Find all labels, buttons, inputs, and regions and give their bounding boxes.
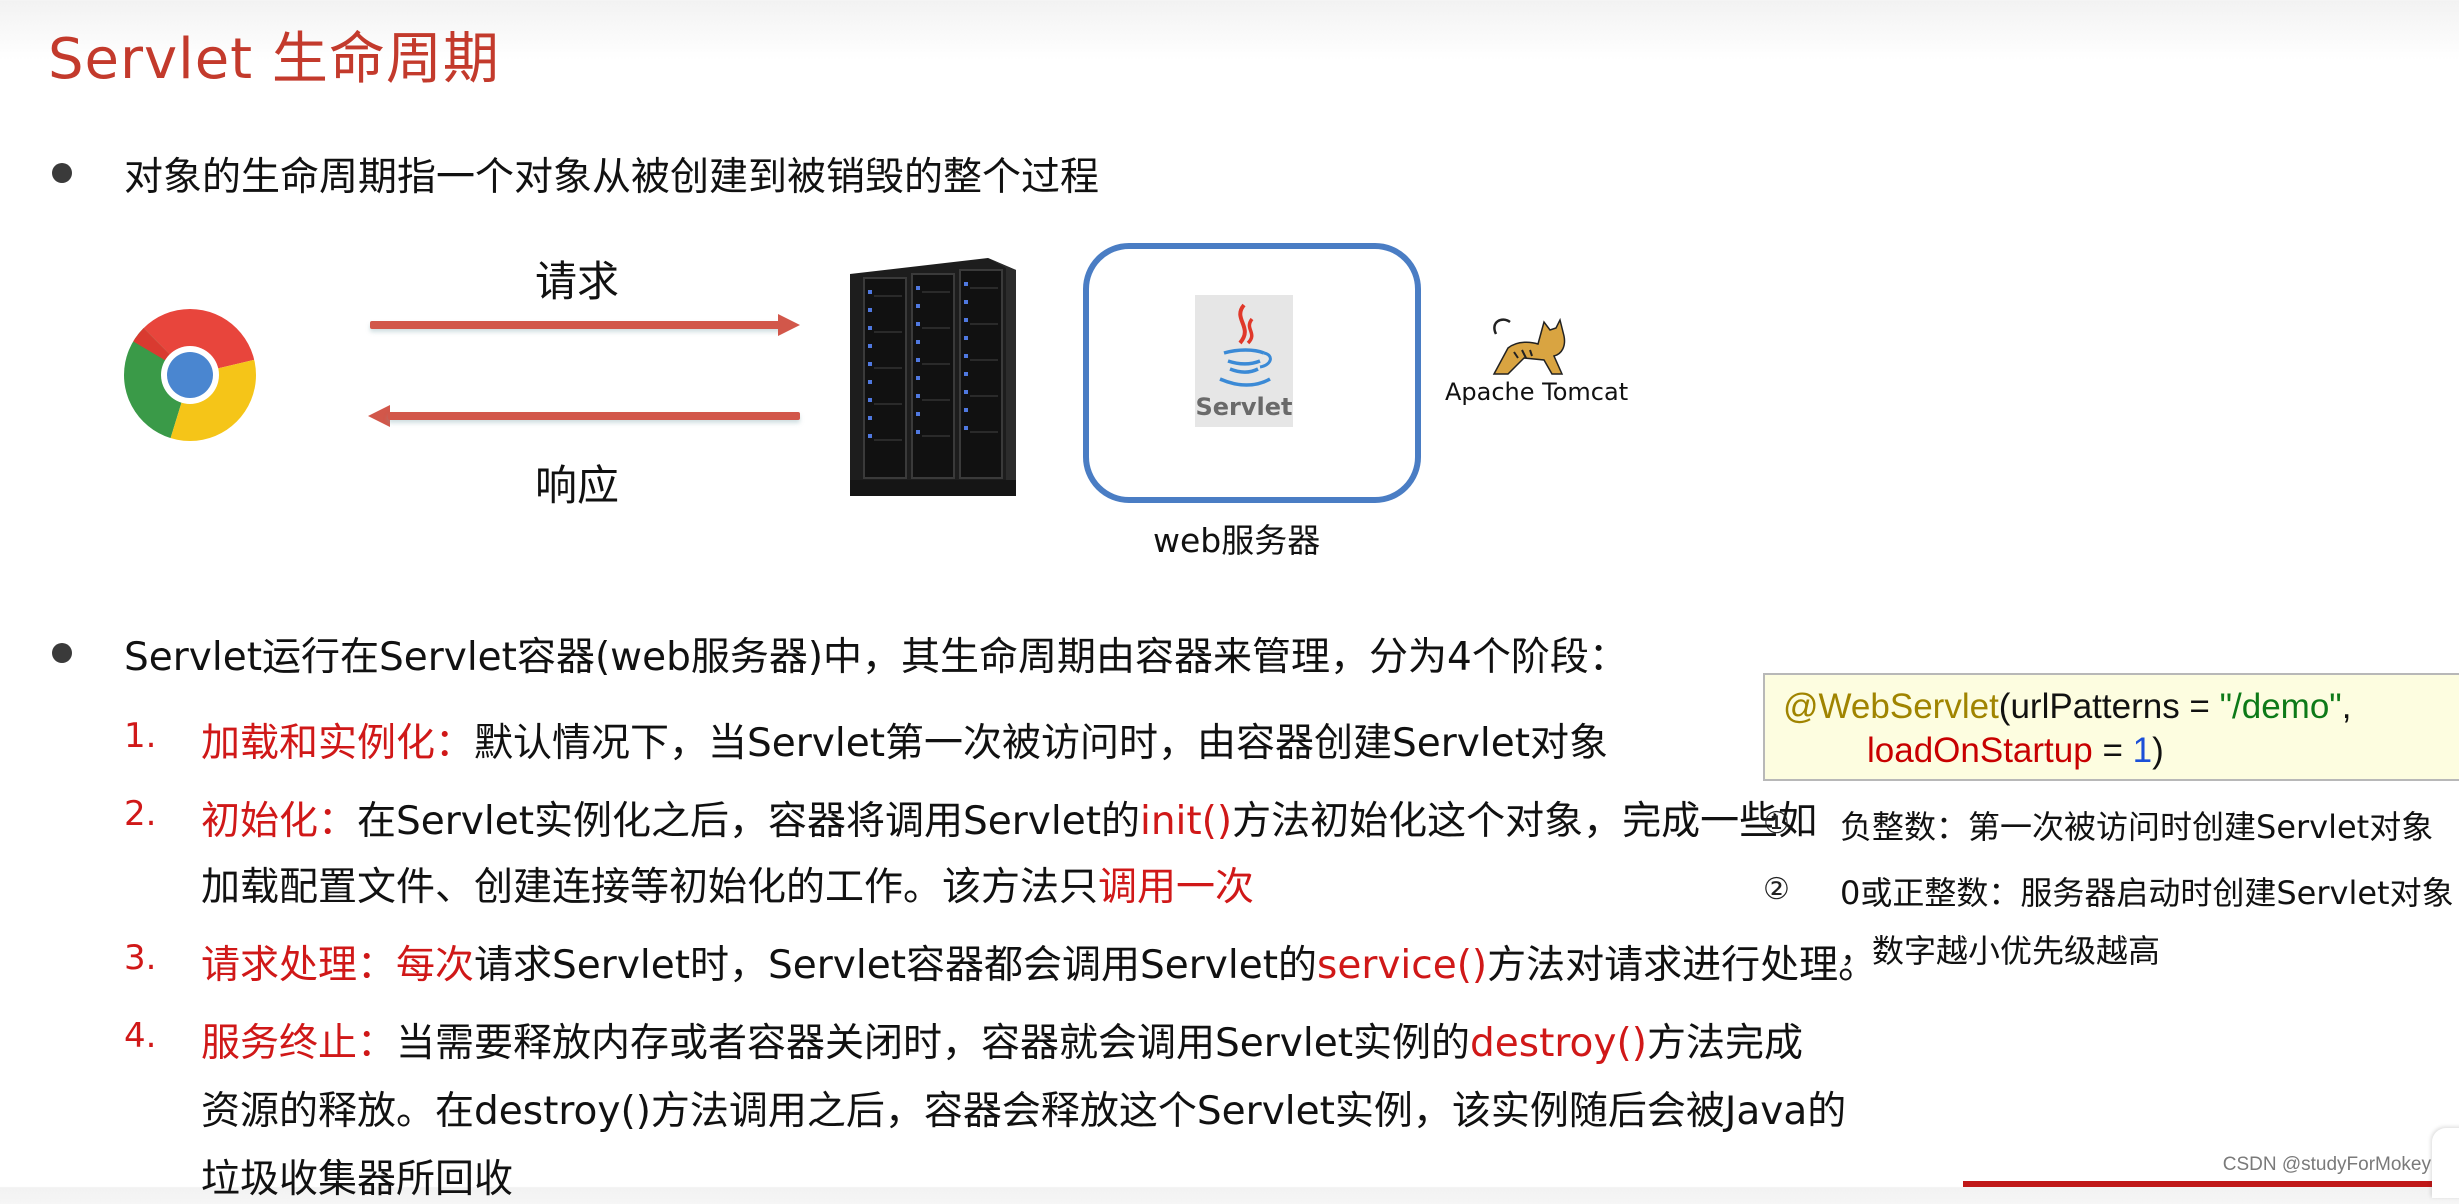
stage-number: 1. xyxy=(124,716,157,756)
stage-number: 4. xyxy=(124,1016,157,1056)
note-negative-int: 负整数：第一次被访问时创建Servlet对象 xyxy=(1840,808,2434,846)
stage-text: 当需要释放内存或者容器关闭时，容器就会调用Servlet实例的 xyxy=(396,1021,1471,1066)
java-servlet-logo: Servlet xyxy=(1195,295,1293,427)
stage-line: 加载配置文件、创建连接等初始化的工作。该方法只调用一次 xyxy=(201,856,1254,912)
tomcat-label: Apache Tomcat xyxy=(1445,378,1629,406)
code-line-1: @WebServlet(urlPatterns = "/demo", xyxy=(1783,685,2459,729)
code-equals: = xyxy=(2179,687,2220,726)
stage-line: 资源的释放。在destroy()方法调用之后，容器会释放这个Servlet实例，… xyxy=(201,1089,1847,1134)
code-number-value: 1 xyxy=(2132,731,2153,770)
code-paren: ) xyxy=(2152,731,2164,770)
floating-widget-edge[interactable] xyxy=(2432,1128,2459,1198)
chrome-icon xyxy=(124,309,256,441)
highlight-call-once: 调用一次 xyxy=(1098,865,1255,910)
method-service: service() xyxy=(1317,943,1488,988)
stage-text: 默认情况下，当Servlet第一次被访问时，由容器创建Servlet对象 xyxy=(474,721,1608,766)
stage-text: 在Servlet实例化之后，容器将调用Servlet的 xyxy=(357,799,1140,844)
stage-text: 方法初始化这个对象，完成一些如 xyxy=(1232,799,1818,844)
stage-number: 3. xyxy=(124,938,157,978)
stage-line: 垃圾收集器所回收 xyxy=(201,1157,514,1202)
server-rack-icon xyxy=(850,258,1016,496)
webservlet-code-snippet: @WebServlet(urlPatterns = "/demo", loadO… xyxy=(1763,673,2459,781)
servlet-logo-text: Servlet xyxy=(1195,393,1293,421)
code-equals: = xyxy=(2092,731,2133,770)
stage-line: 加载和实例化：默认情况下，当Servlet第一次被访问时，由容器创建Servle… xyxy=(201,712,1608,768)
stage-text: 加载配置文件、创建连接等初始化的工作。该方法只 xyxy=(201,865,1099,910)
stage-line: 服务终止：当需要释放内存或者容器关闭时，容器就会调用Servlet实例的dest… xyxy=(201,1012,1803,1068)
response-label: 响应 xyxy=(535,461,620,510)
request-response-diagram: 请求 响应 Servlet web服务器 Apache Tomcat xyxy=(0,0,1700,580)
method-init: init() xyxy=(1140,799,1233,844)
bullet-servlet-container: Servlet运行在Servlet容器(web服务器)中，其生命周期由容器来管理… xyxy=(124,635,1628,680)
red-progress-bar xyxy=(1963,1181,2459,1187)
csdn-watermark: CSDN @studyForMokey xyxy=(2222,1154,2431,1175)
code-annotation: @WebServlet xyxy=(1783,687,1999,726)
code-paren: ( xyxy=(1998,687,2011,726)
code-comma: , xyxy=(2341,687,2352,726)
stage-label: 请求处理： xyxy=(201,943,397,988)
stage-label: 加载和实例化： xyxy=(201,721,475,766)
note-marker-2: ② xyxy=(1763,872,1790,907)
stage-text: 请求Servlet时，Servlet容器都会调用Servlet的 xyxy=(474,943,1317,988)
stage-number: 2. xyxy=(124,794,157,834)
note-priority: ，数字越小优先级越高 xyxy=(1840,932,2161,970)
stage-text: 方法完成 xyxy=(1646,1021,1803,1066)
stage-line: 请求处理：每次请求Servlet时，Servlet容器都会调用Servlet的s… xyxy=(201,934,1877,990)
stage-text: 方法对请求进行处理。 xyxy=(1487,943,1878,988)
stage-line: 初始化：在Servlet实例化之后，容器将调用Servlet的init()方法初… xyxy=(201,790,1817,846)
highlight-every-time: 每次 xyxy=(396,943,475,988)
stage-label: 初始化： xyxy=(201,799,358,844)
java-cup-icon xyxy=(1219,303,1272,387)
note-marker-1: ① xyxy=(1763,806,1790,841)
code-line-2: loadOnStartup = 1) xyxy=(1783,729,2459,773)
stage-label: 服务终止： xyxy=(201,1021,397,1066)
request-label: 请求 xyxy=(535,257,620,306)
code-param-name: loadOnStartup xyxy=(1867,731,2093,770)
code-string-value: "/demo" xyxy=(2219,687,2342,726)
note-zero-positive-int: 0或正整数：服务器启动时创建Servlet对象 xyxy=(1840,874,2454,912)
web-server-caption: web服务器 xyxy=(1153,521,1321,560)
code-param-name: urlPatterns xyxy=(2010,687,2180,726)
method-destroy: destroy() xyxy=(1470,1021,1647,1066)
tomcat-cat-logo xyxy=(1492,317,1566,375)
bullet-dot xyxy=(52,643,72,663)
